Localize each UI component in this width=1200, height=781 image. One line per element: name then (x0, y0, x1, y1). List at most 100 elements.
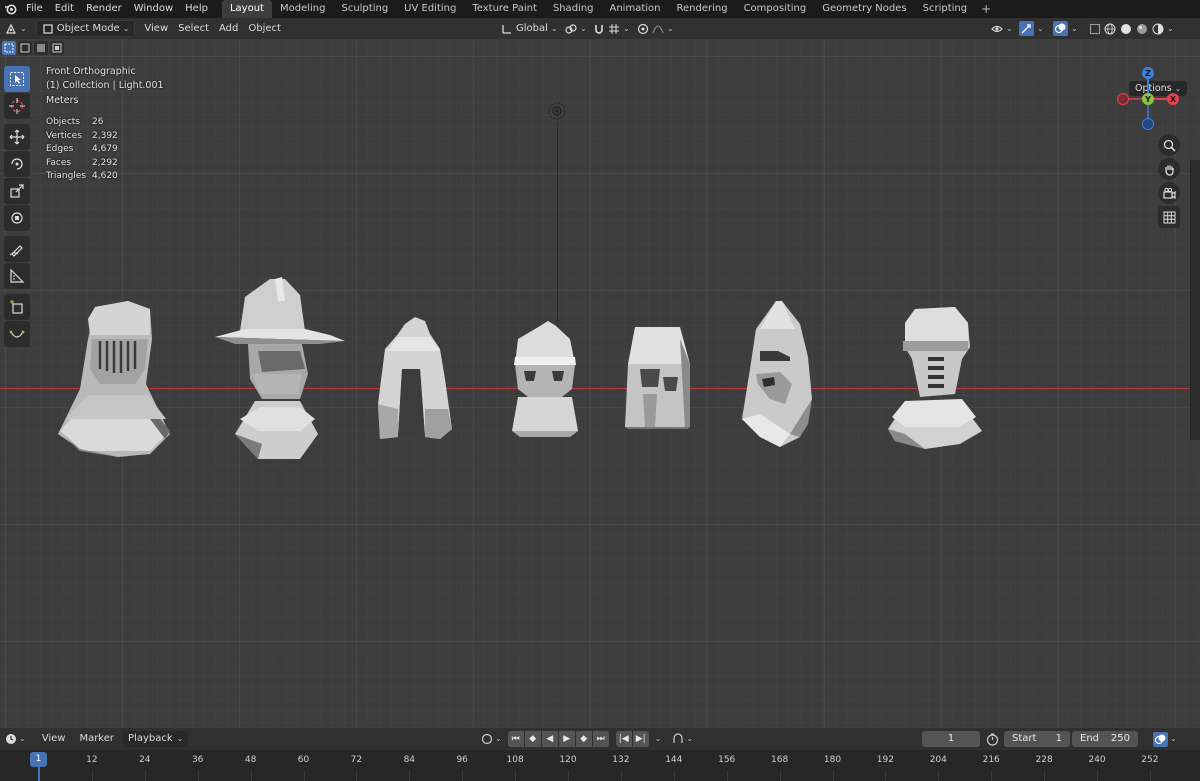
next-keyframe-button[interactable]: ▶| (632, 731, 649, 747)
tab-geometry-nodes[interactable]: Geometry Nodes (814, 0, 914, 18)
ruler-tick-label: 144 (665, 755, 683, 765)
mode-dropdown[interactable]: Object Mode ⌄ (35, 20, 136, 37)
keyframe-type-dropdown[interactable]: ⌄ (667, 731, 698, 747)
zoom-button[interactable] (1158, 134, 1180, 156)
annotate-tool-button[interactable] (4, 236, 30, 262)
jump-to-end-button[interactable]: ⏭ (592, 731, 609, 747)
ruler-tick (726, 770, 728, 781)
tab-modeling[interactable]: Modeling (272, 0, 334, 18)
playhead[interactable]: 1 (30, 752, 47, 767)
timeline-ruler[interactable]: 12 24 36 48 60 72 84 96 108 120 132 144 156 168 180 192… (0, 750, 1200, 781)
shading-rendered-button[interactable]: ⌄ (1150, 20, 1176, 37)
menu-help[interactable]: Help (179, 0, 214, 18)
header-menu-select[interactable]: Select (173, 20, 214, 37)
ortho-toggle-button[interactable] (1158, 206, 1180, 228)
helmet-mesh-2[interactable] (215, 277, 345, 459)
timeline-overlays-toggle[interactable]: ⌄ (1148, 731, 1182, 747)
tab-shading[interactable]: Shading (545, 0, 602, 18)
timeline-overlays-icon (1154, 734, 1166, 744)
cursor-tool-button[interactable] (4, 93, 30, 119)
end-frame-field[interactable]: End 250 (1072, 731, 1138, 747)
add-cube-icon (10, 300, 23, 314)
current-frame-field[interactable]: 1 (922, 731, 980, 747)
record-icon (481, 733, 493, 745)
auto-keying-toggle[interactable]: ⌄ (476, 731, 507, 747)
transform-tool-button[interactable] (4, 205, 30, 231)
helmet-meshes[interactable] (0, 39, 1200, 728)
playhead-line (38, 766, 40, 781)
playback-dropdown[interactable]: Playback ⌄ (123, 731, 189, 747)
scale-tool-button[interactable] (4, 178, 30, 204)
visibility-dropdown[interactable]: ⌄ (986, 20, 1018, 37)
timeline-menu-marker[interactable]: Marker (74, 731, 119, 747)
ruler-tick-label: 240 (1088, 755, 1106, 765)
pan-button[interactable] (1158, 158, 1180, 180)
tab-scripting[interactable]: Scripting (915, 0, 975, 18)
rotate-tool-button[interactable] (4, 151, 30, 177)
prev-keyframe-button[interactable]: |◀ (615, 731, 632, 747)
ruler-tick-label: 120 (559, 755, 577, 765)
pencil-icon (9, 245, 23, 257)
helmet-mesh-6[interactable] (742, 301, 812, 447)
helmet-mesh-4[interactable] (512, 321, 578, 437)
menu-edit[interactable]: Edit (49, 0, 80, 18)
header-menu-add[interactable]: Add (214, 20, 243, 37)
ruler-tick (409, 770, 411, 781)
tab-sculpting[interactable]: Sculpting (333, 0, 396, 18)
camera-view-button[interactable] (1158, 182, 1180, 204)
stopwatch-icon[interactable] (986, 733, 999, 746)
helmet-mesh-3[interactable] (378, 317, 452, 439)
3d-viewport[interactable]: Options ⌄ Front Orthographic (1) Collect… (0, 39, 1200, 728)
pivot-point-dropdown[interactable]: ⌄ (560, 20, 592, 37)
helmet-mesh-7[interactable] (888, 307, 982, 449)
extra-tool-button[interactable] (4, 321, 30, 347)
gizmo-toggle[interactable]: ⌄ (1014, 20, 1049, 37)
gizmo-neg-z-axis[interactable] (1142, 118, 1154, 130)
shading-solid-button[interactable] (1118, 20, 1134, 37)
tab-rendering[interactable]: Rendering (668, 0, 735, 18)
gizmo-neg-x-axis[interactable] (1117, 93, 1129, 105)
header-menu-view[interactable]: View (139, 20, 173, 37)
editor-type-button[interactable]: ⌄ (0, 20, 32, 37)
keying-set-dropdown[interactable]: ⌄ (650, 731, 667, 747)
sidebar-tabs-strip[interactable] (1190, 160, 1200, 440)
add-workspace-plus-icon[interactable]: + (975, 0, 997, 18)
transform-orientation-dropdown[interactable]: Global ⌄ (496, 20, 563, 37)
hand-icon (1164, 165, 1174, 176)
timeline-editor-type-button[interactable]: ⌄ (0, 731, 31, 747)
shading-wireframe-button[interactable] (1102, 20, 1118, 37)
ruler-tick (515, 770, 517, 781)
overlays-icon (1054, 23, 1066, 34)
tab-uv-editing[interactable]: UV Editing (396, 0, 464, 18)
navigation-gizmo[interactable]: Z X Y (1112, 66, 1186, 132)
select-tool-button[interactable] (4, 66, 30, 92)
measure-tool-button[interactable] (4, 263, 30, 289)
menu-render[interactable]: Render (80, 0, 128, 18)
snap-settings-dropdown[interactable]: ⌄ (603, 20, 635, 37)
jump-keyframe-forward-button[interactable]: ◆ (575, 731, 592, 747)
menu-window[interactable]: Window (128, 0, 179, 18)
menu-file[interactable]: File (20, 0, 49, 18)
play-button[interactable]: ▶ (558, 731, 575, 747)
helmet-mesh-1[interactable] (58, 301, 170, 457)
play-reverse-button[interactable]: ◀ (541, 731, 558, 747)
header-menu-object[interactable]: Object (243, 20, 286, 37)
jump-keyframe-back-button[interactable]: ◆ (524, 731, 541, 747)
ruler-tick (1097, 770, 1098, 781)
ruler-icon (10, 268, 25, 283)
helmet-mesh-5[interactable] (625, 327, 690, 429)
tab-texture-paint[interactable]: Texture Paint (464, 0, 545, 18)
timeline-menu-view[interactable]: View (37, 731, 71, 747)
move-tool-button[interactable] (4, 124, 30, 150)
overlays-toggle[interactable]: ⌄ (1048, 20, 1083, 37)
keyframe-back-icon: ◆ (529, 734, 537, 744)
add-cube-tool-button[interactable] (4, 294, 30, 320)
shading-material-button[interactable] (1134, 20, 1150, 37)
jump-to-start-button[interactable]: ⏮ (507, 731, 524, 747)
proportional-falloff-dropdown[interactable]: ⌄ (647, 20, 679, 37)
tab-animation[interactable]: Animation (602, 0, 669, 18)
start-frame-field[interactable]: Start 1 (1004, 731, 1070, 747)
blender-logo-icon[interactable] (0, 0, 20, 18)
tab-compositing[interactable]: Compositing (736, 0, 815, 18)
tab-layout[interactable]: Layout (221, 0, 272, 18)
